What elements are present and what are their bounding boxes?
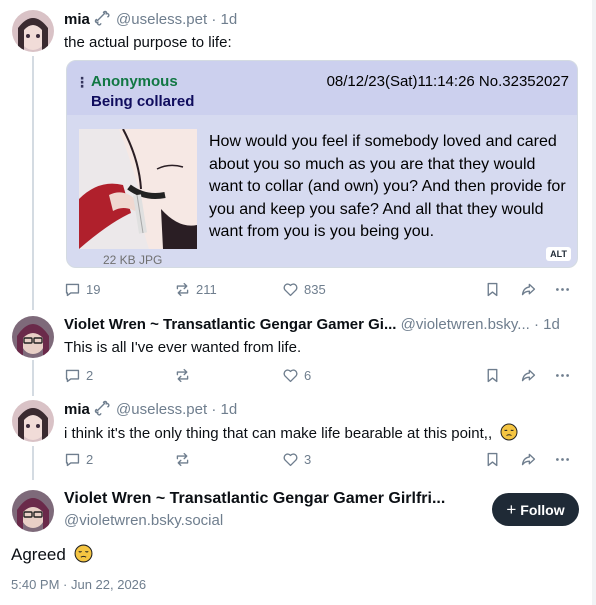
author-handle[interactable]: @useless.pet [116, 11, 207, 28]
bookmark-icon [487, 452, 498, 466]
post-header: mia @useless.pet · 1d [64, 400, 237, 420]
post-text: i think it's the only thing that can mak… [64, 423, 518, 445]
share-icon [521, 283, 536, 295]
chan-post-text: How would you feel if somebody loved and… [209, 133, 566, 240]
like-count: 835 [304, 281, 326, 297]
follow-button[interactable]: + Follow [492, 493, 579, 526]
separator: · [211, 11, 217, 28]
separator: · [533, 316, 539, 333]
post-actions: 19 211 835 [64, 278, 584, 300]
like-count: 6 [304, 367, 312, 383]
share-button[interactable] [520, 448, 537, 470]
focused-text-content: Agreed [11, 545, 66, 564]
post-time[interactable]: 1d [220, 401, 237, 418]
more-button[interactable] [554, 278, 571, 300]
repost-icon [176, 368, 189, 382]
author-name[interactable]: Violet Wren ~ Transatlantic Gengar Gamer… [64, 490, 445, 508]
bone-icon [94, 10, 110, 30]
post-2[interactable]: Violet Wren ~ Transatlantic Gengar Gamer… [0, 310, 596, 398]
image-embed[interactable]: ⋮ Anonymous Being collared 08/12/23(Sat)… [66, 60, 578, 268]
post-text: This is all I've ever wanted from life. [64, 339, 302, 356]
avatar[interactable] [12, 10, 54, 52]
bookmark-button[interactable] [484, 364, 501, 386]
author-handle[interactable]: @useless.pet [116, 401, 207, 418]
post-date-number: 08/12/23(Sat)11:14:26 No.32352027 [326, 73, 569, 90]
poster-name: Anonymous [91, 73, 178, 90]
separator: · [211, 401, 217, 418]
post-subject: Being collared [91, 93, 195, 110]
reply-icon [65, 453, 80, 466]
bookmark-button[interactable] [484, 448, 501, 470]
pensive-emoji [500, 423, 518, 445]
like-icon [283, 282, 298, 296]
post-text-content: i think it's the only thing that can mak… [64, 425, 493, 442]
share-button[interactable] [520, 278, 537, 300]
reply-button[interactable]: 2 [64, 448, 93, 470]
pensive-emoji [74, 544, 93, 568]
author-name[interactable]: Violet Wren ~ Transatlantic Gengar Gamer… [64, 316, 396, 333]
post-time[interactable]: 1d [220, 11, 237, 28]
reply-button[interactable]: 19 [64, 278, 100, 300]
like-button[interactable]: 3 [282, 448, 311, 470]
post-3[interactable]: mia @useless.pet · 1d i think it's the o… [0, 396, 596, 482]
repost-button[interactable]: 211 [174, 278, 217, 300]
focused-post-text: Agreed [11, 544, 93, 568]
repost-icon [176, 452, 189, 466]
avatar[interactable] [12, 490, 54, 532]
scrollbar[interactable] [592, 0, 596, 605]
bone-icon [94, 400, 110, 420]
file-info: 22 KB JPG [103, 253, 163, 267]
reply-icon [65, 283, 80, 296]
repost-count: 211 [196, 281, 217, 297]
more-icon [556, 457, 569, 461]
repost-button[interactable] [174, 364, 191, 386]
reply-count: 2 [86, 451, 94, 467]
avatar[interactable] [12, 400, 54, 442]
more-button[interactable] [554, 448, 571, 470]
author-handle[interactable]: @violetwren.bsky... [401, 316, 530, 333]
like-icon [283, 368, 298, 382]
plus-icon: + [506, 499, 517, 519]
like-button[interactable]: 6 [282, 364, 311, 386]
reply-count: 2 [86, 367, 94, 383]
menu-icon: ⋮ [75, 74, 89, 90]
reply-button[interactable]: 2 [64, 364, 93, 386]
post-1[interactable]: mia @useless.pet · 1d the actual purpose… [0, 0, 596, 310]
share-button[interactable] [520, 364, 537, 386]
share-icon [521, 369, 536, 381]
more-button[interactable] [554, 364, 571, 386]
author-handle[interactable]: @violetwren.bsky.social [64, 512, 223, 529]
repost-button[interactable] [174, 448, 191, 470]
post-actions: 2 6 [64, 364, 584, 386]
like-button[interactable]: 835 [282, 278, 326, 300]
bookmark-button[interactable] [484, 278, 501, 300]
more-icon [556, 373, 569, 377]
reply-icon [65, 369, 80, 382]
avatar[interactable] [12, 316, 54, 358]
post-header: mia @useless.pet · 1d [64, 10, 237, 30]
post-time[interactable]: 1d [543, 316, 560, 333]
like-icon [283, 452, 298, 466]
author-name[interactable]: mia [64, 11, 90, 28]
like-count: 3 [304, 451, 312, 467]
post-actions: 2 3 [64, 448, 584, 470]
more-icon [556, 287, 569, 291]
author-name[interactable]: mia [64, 401, 90, 418]
bookmark-icon [487, 282, 498, 296]
share-icon [521, 453, 536, 465]
follow-label: Follow [520, 501, 565, 518]
repost-icon [176, 282, 189, 296]
thumbnail-image [79, 129, 197, 249]
post-timestamp[interactable]: 5:40 PM · Jun 22, 2026 [11, 577, 146, 592]
reply-count: 19 [86, 281, 101, 297]
post-text: the actual purpose to life: [64, 34, 232, 51]
bookmark-icon [487, 368, 498, 382]
alt-badge[interactable]: ALT [546, 247, 571, 261]
post-header: Violet Wren ~ Transatlantic Gengar Gamer… [64, 316, 560, 333]
